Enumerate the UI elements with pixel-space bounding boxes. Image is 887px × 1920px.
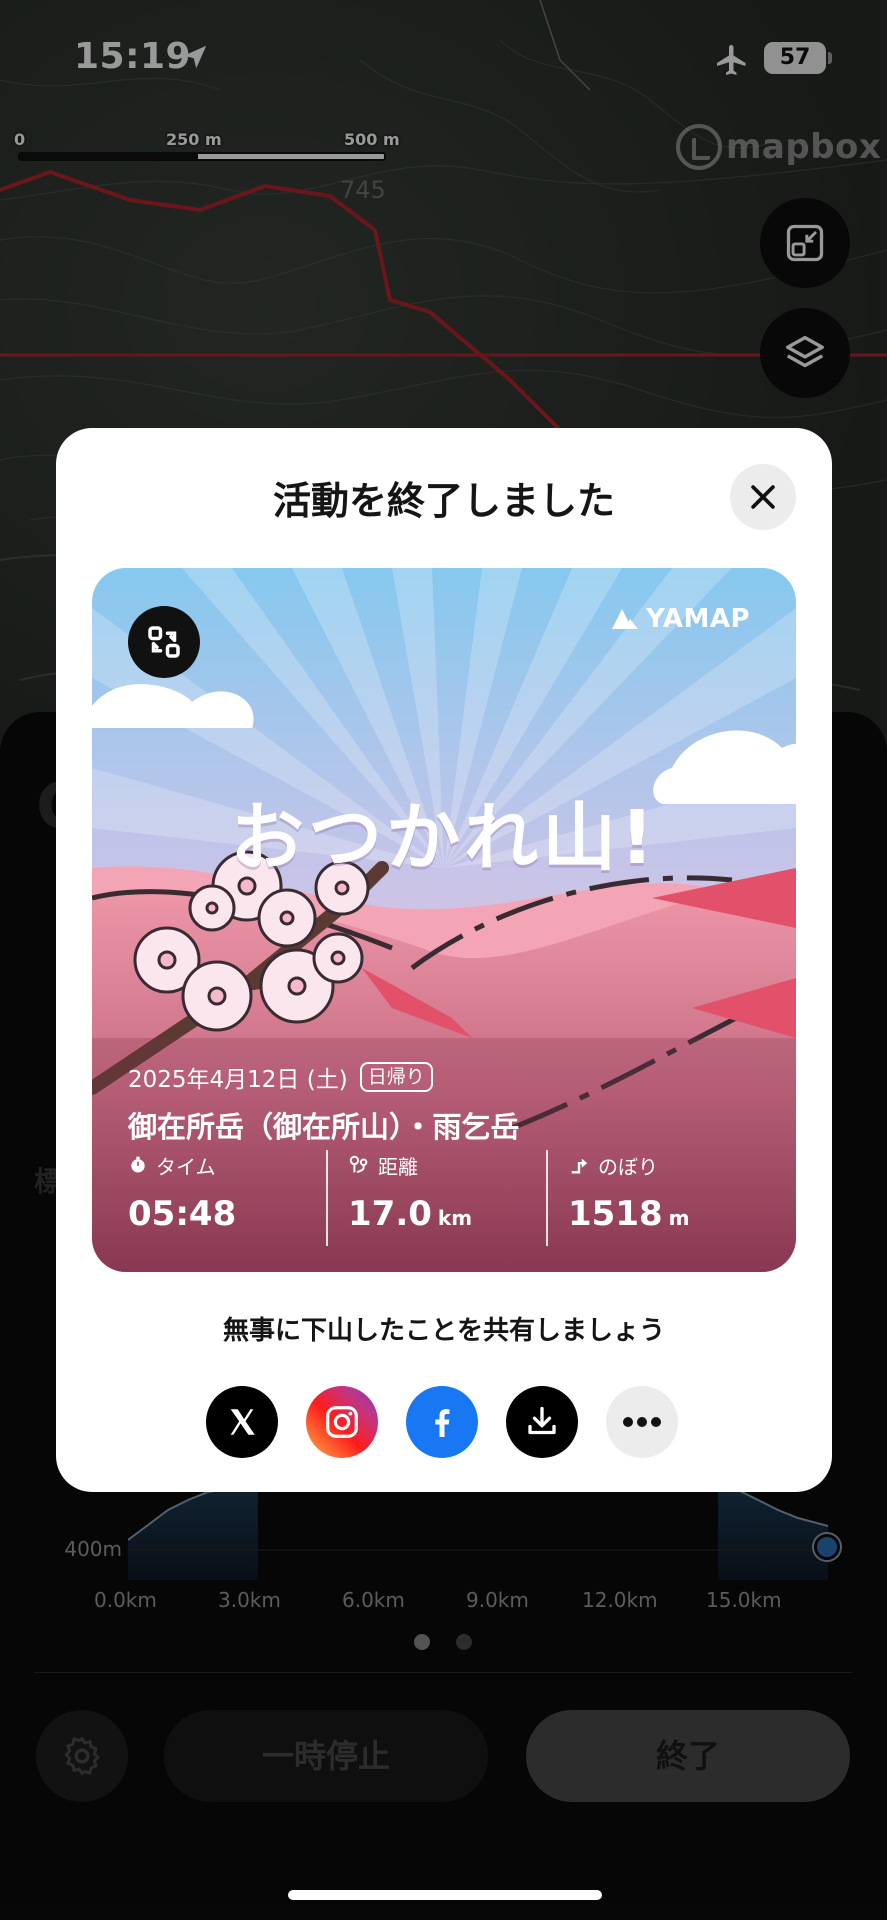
stat-distance-label: 距離 [378, 1154, 418, 1179]
ascent-arrow-icon [571, 1158, 588, 1174]
share-instagram-button[interactable] [306, 1386, 378, 1458]
more-options-button[interactable] [606, 1386, 678, 1458]
card-headline: おつかれ山! [230, 795, 658, 881]
brand-logo: YAMAP [610, 604, 750, 634]
stat-ascent: のぼり 1518 m [546, 1150, 766, 1246]
stat-time-label: タイム [156, 1154, 216, 1179]
share-x-button[interactable] [206, 1386, 278, 1458]
share-buttons [206, 1386, 678, 1458]
close-button[interactable] [730, 464, 796, 530]
more-dots-icon [623, 1417, 661, 1427]
share-prompt: 無事に下山したことを共有しましょう [222, 1316, 665, 1346]
route-pin-icon [349, 1155, 368, 1174]
activity-complete-dialog: 活動を終了しました YAMAP おつかれ山! 2025年4月12日 (土) 日帰… [56, 428, 832, 1492]
stat-distance-unit: km [437, 1206, 473, 1230]
facebook-icon [435, 1409, 450, 1437]
trip-type-badge: 日帰り [359, 1062, 433, 1092]
stat-distance-value: 17.0 [348, 1194, 432, 1234]
stats-row: タイム 05:48 距離 17.0 km のぼり 1518 m [128, 1150, 766, 1246]
stat-ascent-label: のぼり [598, 1154, 658, 1179]
peak-names: 御在所岳（御在所山）・雨乞岳 [128, 1110, 520, 1144]
stat-time-value: 05:48 [128, 1194, 237, 1234]
stat-distance: 距離 17.0 km [326, 1150, 546, 1246]
share-facebook-button[interactable] [406, 1386, 478, 1458]
share-card: YAMAP おつかれ山! 2025年4月12日 (土) 日帰り 御在所岳（御在所… [92, 568, 796, 1272]
download-button[interactable] [506, 1386, 578, 1458]
x-logo-icon [230, 1409, 255, 1435]
download-icon [528, 1406, 556, 1435]
home-indicator[interactable] [288, 1890, 602, 1900]
activity-date-row: 2025年4月12日 (土) 日帰り [128, 1060, 433, 1094]
activity-date: 2025年4月12日 (土) [128, 1067, 348, 1093]
close-icon [751, 485, 775, 509]
stopwatch-icon [131, 1156, 145, 1173]
stat-ascent-unit: m [668, 1206, 690, 1230]
swap-card-button[interactable] [128, 606, 200, 678]
swap-icon [148, 626, 180, 658]
mountain-logo-icon [611, 609, 638, 629]
instagram-icon [326, 1406, 358, 1438]
stat-ascent-value: 1518 [568, 1194, 663, 1234]
brand-name: YAMAP [645, 604, 750, 634]
dialog-title: 活動を終了しました [272, 479, 615, 523]
stat-time: タイム 05:48 [128, 1150, 326, 1246]
